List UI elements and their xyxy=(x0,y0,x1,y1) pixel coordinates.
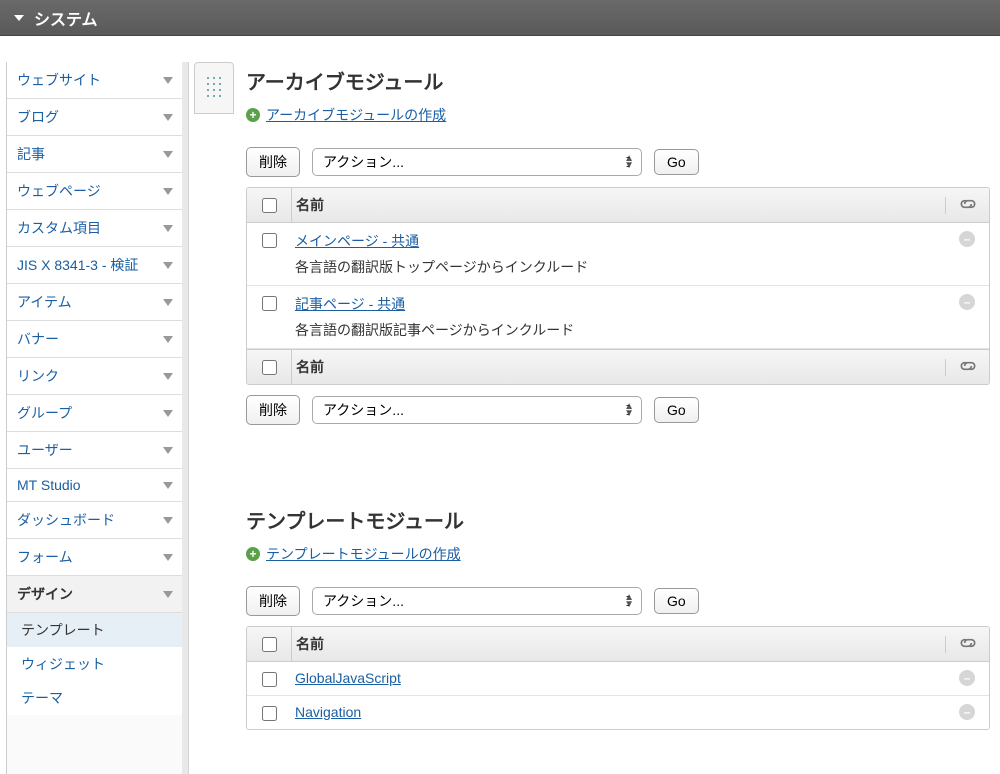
sidebar-item-user[interactable]: ユーザー xyxy=(7,432,183,469)
side-tab-handle[interactable] xyxy=(194,62,234,114)
row-checkbox[interactable] xyxy=(262,296,277,311)
chevron-down-icon xyxy=(163,262,173,269)
action-select[interactable]: アクション... xyxy=(312,587,642,615)
archive-table: 名前 メインページ - 共通 各言語の翻訳版トップページからインクルード – xyxy=(246,187,990,385)
sidebar-item-website[interactable]: ウェブサイト xyxy=(7,62,183,99)
template-description: 各言語の翻訳版記事ページからインクルード xyxy=(295,320,941,340)
table-header: 名前 xyxy=(247,188,989,223)
table-header: 名前 xyxy=(247,627,989,662)
sidebar-item-blog[interactable]: ブログ xyxy=(7,99,183,136)
topbar: システム xyxy=(0,0,1000,36)
chevron-down-icon xyxy=(163,373,173,380)
col-footer-name[interactable]: 名前 xyxy=(291,350,945,384)
chevron-down-icon xyxy=(163,554,173,561)
select-all-checkbox[interactable] xyxy=(262,198,277,213)
sidebar-item-design[interactable]: デザイン xyxy=(7,576,183,613)
go-button[interactable]: Go xyxy=(654,588,699,614)
sidebar-subitem-templates[interactable]: テンプレート xyxy=(7,613,183,647)
row-checkbox[interactable] xyxy=(262,233,277,248)
chevron-down-icon xyxy=(163,517,173,524)
row-checkbox[interactable] xyxy=(262,706,277,721)
chevron-down-icon xyxy=(163,77,173,84)
sidebar-item-item[interactable]: アイテム xyxy=(7,284,183,321)
template-table: 名前 GlobalJavaScript – Navigation – xyxy=(246,626,990,730)
plus-icon: + xyxy=(246,108,260,122)
sidebar-subitem-widgets[interactable]: ウィジェット xyxy=(7,647,183,681)
sidebar-subitem-themes[interactable]: テーマ xyxy=(7,681,183,715)
delete-button[interactable]: 削除 xyxy=(246,147,300,177)
col-footer-link[interactable] xyxy=(945,359,989,376)
unlinked-icon: – xyxy=(959,294,975,310)
table-row: メインページ - 共通 各言語の翻訳版トップページからインクルード – xyxy=(247,223,989,286)
archive-toolbar-bottom: 削除 アクション... ▲▼ Go xyxy=(246,395,990,425)
sidebar-item-webpage[interactable]: ウェブページ xyxy=(7,173,183,210)
sidebar-item-mtstudio[interactable]: MT Studio xyxy=(7,469,183,502)
section-heading-template: テンプレートモジュール xyxy=(246,505,990,534)
sidebar-item-banner[interactable]: バナー xyxy=(7,321,183,358)
col-header-link[interactable] xyxy=(945,636,989,653)
chevron-down-icon xyxy=(163,591,173,598)
chevron-down-icon xyxy=(163,336,173,343)
chevron-down-icon xyxy=(163,225,173,232)
sidebar-item-group[interactable]: グループ xyxy=(7,395,183,432)
chevron-down-icon xyxy=(163,410,173,417)
sidebar: ウェブサイト ブログ 記事 ウェブページ カスタム項目 JIS X 8341-3… xyxy=(6,62,184,774)
create-archive-link[interactable]: アーカイブモジュールの作成 xyxy=(266,105,446,125)
action-select[interactable]: アクション... xyxy=(312,396,642,424)
link-icon xyxy=(958,636,978,653)
delete-button[interactable]: 削除 xyxy=(246,395,300,425)
go-button[interactable]: Go xyxy=(654,149,699,175)
chevron-down-icon xyxy=(163,151,173,158)
action-select[interactable]: アクション... xyxy=(312,148,642,176)
chevron-down-icon[interactable] xyxy=(14,15,24,21)
template-description: 各言語の翻訳版トップページからインクルード xyxy=(295,257,941,277)
plus-icon: + xyxy=(246,547,260,561)
template-title-link[interactable]: GlobalJavaScript xyxy=(295,670,401,686)
select-all-checkbox[interactable] xyxy=(262,360,277,375)
unlinked-icon: – xyxy=(959,231,975,247)
grip-icon xyxy=(205,75,223,101)
sidebar-item-entry[interactable]: 記事 xyxy=(7,136,183,173)
chevron-down-icon xyxy=(163,299,173,306)
chevron-down-icon xyxy=(163,114,173,121)
table-row: Navigation – xyxy=(247,696,989,729)
table-footer: 名前 xyxy=(247,349,989,384)
unlinked-icon: – xyxy=(959,670,975,686)
template-title-link[interactable]: Navigation xyxy=(295,704,361,720)
sidebar-item-dashboard[interactable]: ダッシュボード xyxy=(7,502,183,539)
template-title-link[interactable]: メインページ - 共通 xyxy=(295,233,419,249)
col-header-name[interactable]: 名前 xyxy=(291,188,945,222)
delete-button[interactable]: 削除 xyxy=(246,586,300,616)
table-row: GlobalJavaScript – xyxy=(247,662,989,696)
sidebar-item-jis[interactable]: JIS X 8341-3 - 検証 xyxy=(7,247,183,284)
table-row: 記事ページ - 共通 各言語の翻訳版記事ページからインクルード – xyxy=(247,286,989,349)
chevron-down-icon xyxy=(163,447,173,454)
col-header-link[interactable] xyxy=(945,197,989,214)
sidebar-item-form[interactable]: フォーム xyxy=(7,539,183,576)
link-icon xyxy=(958,197,978,214)
link-icon xyxy=(958,359,978,376)
row-checkbox[interactable] xyxy=(262,672,277,687)
section-heading-archive: アーカイブモジュール xyxy=(246,66,990,95)
col-header-name[interactable]: 名前 xyxy=(291,627,945,661)
archive-toolbar-top: 削除 アクション... ▲▼ Go xyxy=(246,147,990,177)
page-scope-title: システム xyxy=(34,6,98,30)
unlinked-icon: – xyxy=(959,704,975,720)
sidebar-item-link[interactable]: リンク xyxy=(7,358,183,395)
chevron-down-icon xyxy=(163,482,173,489)
chevron-down-icon xyxy=(163,188,173,195)
go-button[interactable]: Go xyxy=(654,397,699,423)
select-all-checkbox[interactable] xyxy=(262,637,277,652)
create-template-link[interactable]: テンプレートモジュールの作成 xyxy=(266,544,461,564)
template-toolbar-top: 削除 アクション... ▲▼ Go xyxy=(246,586,990,616)
sidebar-item-custom-fields[interactable]: カスタム項目 xyxy=(7,210,183,247)
template-title-link[interactable]: 記事ページ - 共通 xyxy=(295,296,405,312)
